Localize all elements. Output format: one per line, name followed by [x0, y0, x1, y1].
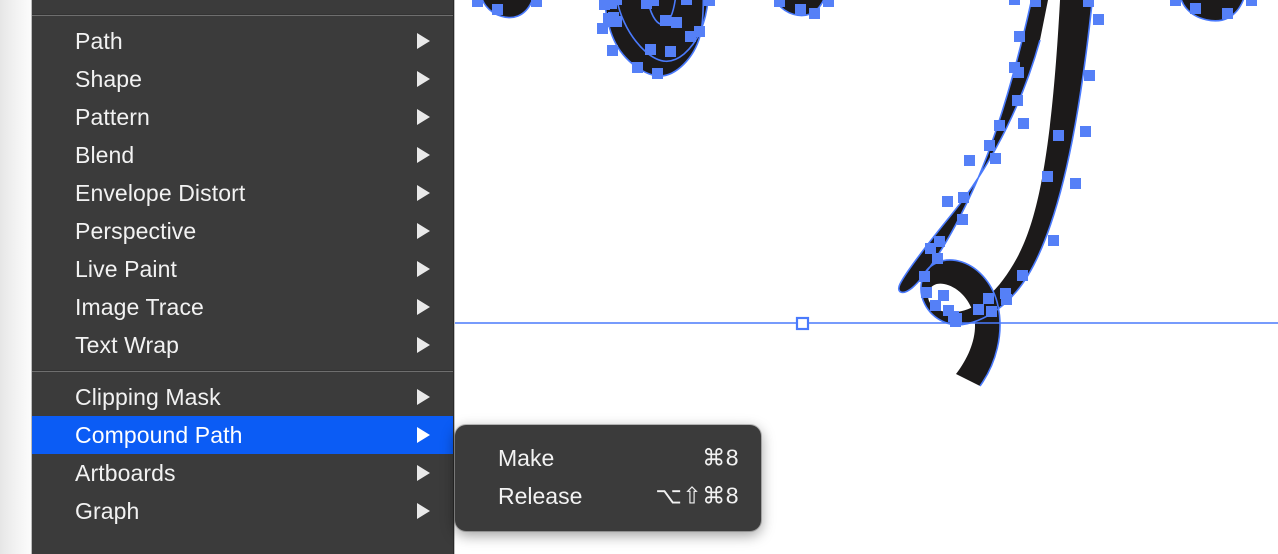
menu-item-label: Artboards — [75, 459, 176, 486]
menu-top-padding — [32, 0, 453, 14]
path-outlines — [481, 0, 1245, 387]
menu-item-envelope-distort[interactable]: Envelope Distort — [32, 174, 453, 212]
submenu-arrow-icon — [417, 261, 430, 277]
submenu-item-label: Make — [498, 444, 555, 471]
submenu-arrow-icon — [417, 389, 430, 405]
anchor-points — [472, 0, 1257, 327]
menu-item-label: Envelope Distort — [75, 179, 246, 206]
menu-item-graph[interactable]: Graph — [32, 492, 453, 530]
submenu-item-shortcut: ⌥⇧⌘8 — [655, 482, 739, 509]
submenu-arrow-icon — [417, 71, 430, 87]
submenu-item-shortcut: ⌘8 — [702, 444, 739, 471]
menu-item-label: Image Trace — [75, 293, 204, 320]
submenu-arrow-icon — [417, 337, 430, 353]
menu-item-label: Pattern — [75, 103, 150, 130]
menu-item-label: Clipping Mask — [75, 383, 221, 410]
menu-item-label: Perspective — [75, 217, 197, 244]
menu-item-compound-path[interactable]: Compound Path — [32, 416, 453, 454]
center-anchor-point — [795, 316, 810, 331]
menu-item-pattern[interactable]: Pattern — [32, 98, 453, 136]
submenu-arrow-icon — [417, 465, 430, 481]
menu-item-image-trace[interactable]: Image Trace — [32, 288, 453, 326]
menu-item-shape[interactable]: Shape — [32, 60, 453, 98]
menu-item-live-paint[interactable]: Live Paint — [32, 250, 453, 288]
submenu-arrow-icon — [417, 185, 430, 201]
submenu-item-label: Release — [498, 482, 583, 509]
menu-item-perspective[interactable]: Perspective — [32, 212, 453, 250]
menu-item-text-wrap[interactable]: Text Wrap — [32, 326, 453, 364]
artwork-shapes — [482, 0, 1244, 386]
submenu-arrow-icon — [417, 503, 430, 519]
menu-item-label: Shape — [75, 65, 143, 92]
menu-item-label: Graph — [75, 497, 140, 524]
submenu-arrow-icon — [417, 299, 430, 315]
menu-item-label: Compound Path — [75, 421, 243, 448]
screen: Path Shape Pattern Blend Envelope Distor… — [0, 0, 1278, 554]
compound-path-submenu[interactable]: Make ⌘8 Release ⌥⇧⌘8 — [455, 425, 761, 531]
menu-item-label: Live Paint — [75, 255, 178, 282]
submenu-arrow-icon — [417, 109, 430, 125]
menu-group-transform: Path Shape Pattern Blend Envelope Distor… — [32, 22, 453, 364]
submenu-item-release[interactable]: Release ⌥⇧⌘8 — [455, 477, 761, 515]
menu-item-label: Path — [75, 27, 123, 54]
menu-item-artboards[interactable]: Artboards — [32, 454, 453, 492]
submenu-arrow-icon — [417, 147, 430, 163]
submenu-arrow-icon — [417, 33, 430, 49]
menu-item-label: Text Wrap — [75, 331, 180, 358]
menu-item-clipping-mask[interactable]: Clipping Mask — [32, 378, 453, 416]
menu-item-label: Blend — [75, 141, 135, 168]
submenu-arrow-icon — [417, 427, 430, 443]
menu-item-path[interactable]: Path — [32, 22, 453, 60]
menu-group-paths: Clipping Mask Compound Path Artboards Gr… — [32, 378, 453, 530]
menu-item-blend[interactable]: Blend — [32, 136, 453, 174]
submenu-arrow-icon — [417, 223, 430, 239]
object-context-menu[interactable]: Path Shape Pattern Blend Envelope Distor… — [32, 0, 454, 554]
submenu-item-make[interactable]: Make ⌘8 — [455, 439, 761, 477]
